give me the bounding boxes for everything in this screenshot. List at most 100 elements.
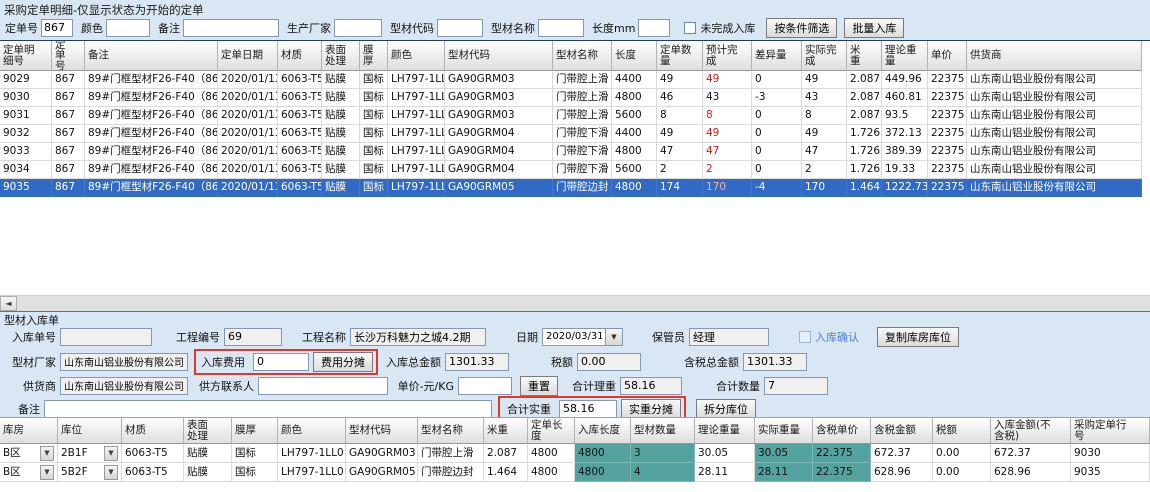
- order-cell[interactable]: 89#门框型材F26-F40（866+867）: [85, 107, 218, 125]
- order-cell[interactable]: 9033: [0, 143, 52, 161]
- column-header[interactable]: 米 重: [847, 41, 882, 71]
- table-row[interactable]: 903186789#门框型材F26-F40（866+867）2020/01/13…: [0, 107, 1150, 125]
- filter-input-1[interactable]: [106, 19, 150, 37]
- dropdown-arrow-icon[interactable]: ▼: [104, 446, 118, 461]
- order-cell[interactable]: 0: [752, 71, 802, 89]
- order-cell[interactable]: 1.726: [847, 125, 882, 143]
- order-cell[interactable]: 8: [657, 107, 703, 125]
- column-header[interactable]: 材质: [278, 41, 322, 71]
- order-cell[interactable]: 22375: [928, 107, 967, 125]
- column-header[interactable]: 理论重量: [695, 418, 755, 444]
- order-cell[interactable]: 867: [52, 143, 85, 161]
- order-cell[interactable]: 460.81: [882, 89, 928, 107]
- dropdown-arrow-icon[interactable]: ▼: [40, 465, 54, 480]
- stock-cell[interactable]: GA90GRM03: [346, 444, 418, 463]
- order-cell[interactable]: 4800: [612, 179, 657, 197]
- stock-cell[interactable]: LH797-1LL0: [278, 444, 346, 463]
- order-cell[interactable]: 9032: [0, 125, 52, 143]
- unit-price-input[interactable]: [458, 377, 512, 395]
- stock-cell[interactable]: 5B2F▼: [58, 463, 122, 482]
- order-cell[interactable]: 4400: [612, 71, 657, 89]
- stock-cell[interactable]: 门带腔上滑: [418, 444, 484, 463]
- order-cell[interactable]: -3: [752, 89, 802, 107]
- order-cell[interactable]: 43: [802, 89, 847, 107]
- order-cell[interactable]: 389.39: [882, 143, 928, 161]
- order-cell[interactable]: 867: [52, 71, 85, 89]
- stock-cell[interactable]: 672.37: [871, 444, 933, 463]
- order-cell[interactable]: 170: [703, 179, 752, 197]
- order-cell[interactable]: 门带腔下滑: [553, 143, 612, 161]
- actual-weight-share-button[interactable]: 实重分摊: [621, 399, 681, 419]
- order-cell[interactable]: 49: [657, 71, 703, 89]
- order-cell[interactable]: 2020/01/13: [218, 107, 278, 125]
- column-header[interactable]: 颜色: [278, 418, 346, 444]
- total-actual-weight-input[interactable]: [559, 400, 617, 418]
- order-cell[interactable]: 贴膜: [322, 179, 360, 197]
- order-cell[interactable]: 山东南山铝业股份有限公司: [967, 179, 1142, 197]
- project-no-input[interactable]: [224, 328, 282, 346]
- order-cell[interactable]: 22375: [928, 161, 967, 179]
- dropdown-arrow-icon[interactable]: ▼: [40, 446, 54, 461]
- order-cell[interactable]: 867: [52, 125, 85, 143]
- order-cell[interactable]: 9031: [0, 107, 52, 125]
- order-cell[interactable]: 89#门框型材F26-F40（866+867）: [85, 89, 218, 107]
- order-cell[interactable]: 2.087: [847, 107, 882, 125]
- unfinished-checkbox[interactable]: [684, 22, 696, 34]
- order-cell[interactable]: 门带腔下滑: [553, 161, 612, 179]
- column-header[interactable]: 定 单 号: [52, 41, 85, 71]
- order-cell[interactable]: 372.13: [882, 125, 928, 143]
- stock-cell[interactable]: 4: [631, 463, 695, 482]
- supplier-input[interactable]: [60, 377, 188, 395]
- stock-cell[interactable]: 672.37: [991, 444, 1071, 463]
- order-cell[interactable]: 6063-T5: [278, 89, 322, 107]
- order-cell[interactable]: 22375: [928, 125, 967, 143]
- column-header[interactable]: 备注: [85, 41, 218, 71]
- horizontal-scrollbar[interactable]: ◄: [0, 295, 1150, 311]
- column-header[interactable]: 实际重量: [755, 418, 813, 444]
- order-cell[interactable]: LH797-1LL0: [388, 125, 445, 143]
- column-header[interactable]: 供货商: [967, 41, 1142, 71]
- column-header[interactable]: 税额: [933, 418, 991, 444]
- reset-button[interactable]: 重置: [520, 376, 558, 396]
- stock-cell[interactable]: 4800: [575, 444, 631, 463]
- order-cell[interactable]: 8: [802, 107, 847, 125]
- order-cell[interactable]: 6063-T5: [278, 107, 322, 125]
- stock-cell[interactable]: 6063-T5: [122, 463, 184, 482]
- column-header[interactable]: 含税单价: [813, 418, 871, 444]
- project-name-input[interactable]: [350, 328, 486, 346]
- stock-cell[interactable]: B区▼: [0, 463, 58, 482]
- stock-cell[interactable]: 30.05: [755, 444, 813, 463]
- order-cell[interactable]: 6063-T5: [278, 179, 322, 197]
- stock-cell[interactable]: B区▼: [0, 444, 58, 463]
- order-cell[interactable]: 43: [703, 89, 752, 107]
- order-cell[interactable]: 0: [752, 161, 802, 179]
- order-cell[interactable]: LH797-1LL0: [388, 107, 445, 125]
- order-cell[interactable]: 门带腔边封: [553, 179, 612, 197]
- table-row[interactable]: 903586789#门框型材F26-F40（866+867）2020/01/13…: [0, 179, 1150, 197]
- order-cell[interactable]: 47: [703, 143, 752, 161]
- order-cell[interactable]: 22375: [928, 89, 967, 107]
- stock-cell[interactable]: 门带腔边封: [418, 463, 484, 482]
- batch-inbound-button[interactable]: 批量入库: [844, 18, 904, 38]
- column-header[interactable]: 颜色: [388, 41, 445, 71]
- order-cell[interactable]: GA90GRM03: [445, 107, 553, 125]
- supplier-contact-input[interactable]: [258, 377, 388, 395]
- order-cell[interactable]: 4800: [612, 143, 657, 161]
- keeper-input[interactable]: [689, 328, 769, 346]
- filter-by-condition-button[interactable]: 按条件筛选: [766, 18, 837, 38]
- column-header[interactable]: 定单数 量: [657, 41, 703, 71]
- order-cell[interactable]: LH797-1LL0: [388, 161, 445, 179]
- order-cell[interactable]: GA90GRM04: [445, 143, 553, 161]
- inbound-total-input[interactable]: [445, 353, 509, 371]
- column-header[interactable]: 膜 厚: [360, 41, 388, 71]
- order-cell[interactable]: 1.726: [847, 161, 882, 179]
- order-cell[interactable]: 国标: [360, 89, 388, 107]
- total-with-tax-input[interactable]: [743, 353, 807, 371]
- table-row[interactable]: 902986789#门框型材F26-F40（866+867）2020/01/13…: [0, 71, 1150, 89]
- order-cell[interactable]: 170: [802, 179, 847, 197]
- order-cell[interactable]: 867: [52, 179, 85, 197]
- order-cell[interactable]: 5600: [612, 107, 657, 125]
- column-header[interactable]: 型材代码: [445, 41, 553, 71]
- column-header[interactable]: 采购定单行 号: [1071, 418, 1150, 444]
- order-cell[interactable]: GA90GRM03: [445, 71, 553, 89]
